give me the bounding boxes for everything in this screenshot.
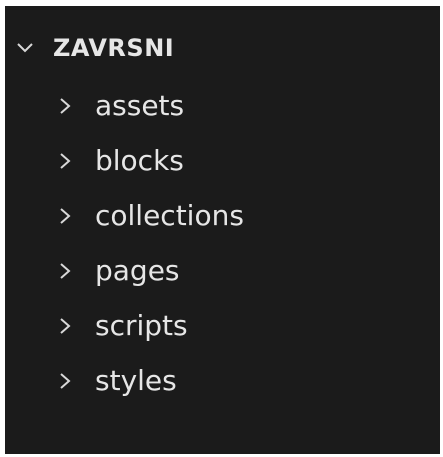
folder-label: pages <box>95 254 180 287</box>
folder-label: scripts <box>95 309 188 342</box>
folder-list: assets blocks collections pages scripts <box>55 78 244 408</box>
folder-item-styles[interactable]: styles <box>55 353 244 408</box>
chevron-right-icon[interactable] <box>55 151 75 171</box>
folder-item-pages[interactable]: pages <box>55 243 244 298</box>
chevron-right-icon[interactable] <box>55 96 75 116</box>
workspace-root-folder[interactable]: ZAVRSNI <box>15 28 174 68</box>
folder-label: assets <box>95 89 185 122</box>
chevron-right-icon[interactable] <box>55 316 75 336</box>
chevron-right-icon[interactable] <box>55 261 75 281</box>
folder-item-assets[interactable]: assets <box>55 78 244 133</box>
file-explorer-panel: ZAVRSNI assets blocks collections pages <box>5 6 440 454</box>
chevron-right-icon[interactable] <box>55 206 75 226</box>
folder-label: styles <box>95 364 177 397</box>
workspace-root-label: ZAVRSNI <box>53 34 175 62</box>
folder-item-scripts[interactable]: scripts <box>55 298 244 353</box>
folder-label: collections <box>95 199 244 232</box>
folder-label: blocks <box>95 144 184 177</box>
chevron-right-icon[interactable] <box>55 371 75 391</box>
folder-item-blocks[interactable]: blocks <box>55 133 244 188</box>
folder-item-collections[interactable]: collections <box>55 188 244 243</box>
chevron-down-icon[interactable] <box>15 38 35 58</box>
